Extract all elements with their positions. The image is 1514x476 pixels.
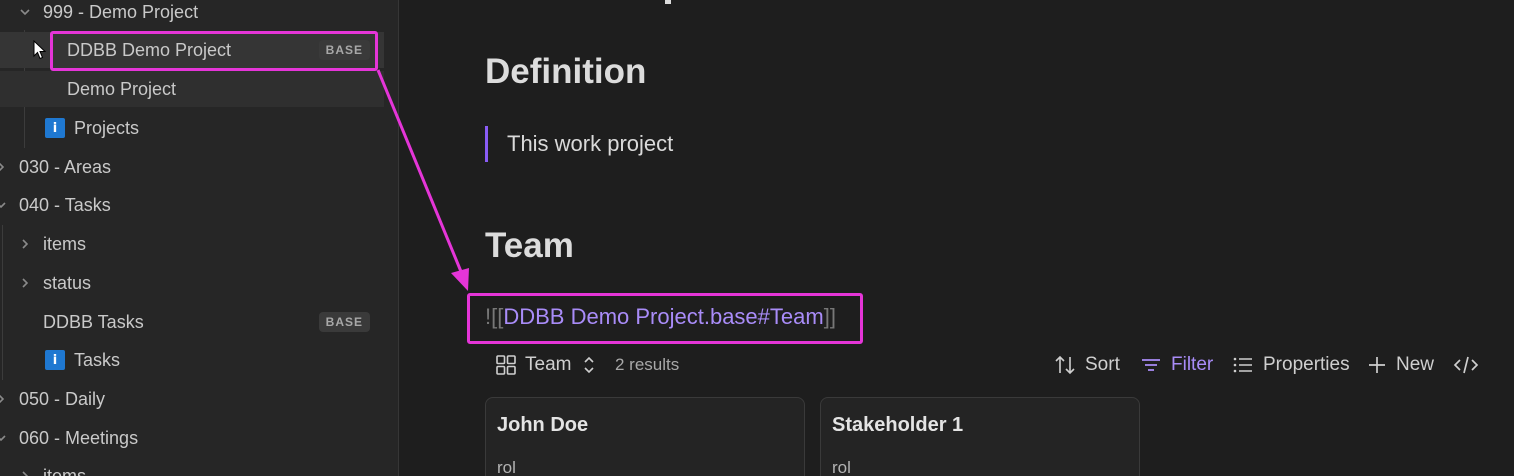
tree-item-label: Tasks <box>74 349 121 370</box>
tree-item-label: Demo Project <box>67 78 177 99</box>
tree-file-projects[interactable]: i Projects <box>0 110 384 146</box>
section-heading-team: Team <box>485 226 574 265</box>
plus-icon <box>1369 357 1385 373</box>
filter-button[interactable]: Filter <box>1139 346 1213 384</box>
base-card[interactable]: John Doe rol <box>485 397 805 476</box>
base-badge: BASE <box>318 40 370 60</box>
chevron-down-icon <box>0 431 8 445</box>
base-toolbar: Team 2 results Sort Filter Properties Ne… <box>485 346 1485 384</box>
tree-file-ddbb-demo-project[interactable]: DDBB Demo Project BASE <box>0 32 384 68</box>
info-icon: i <box>45 350 65 370</box>
new-button[interactable]: New <box>1366 346 1434 384</box>
heading-fragment <box>659 0 689 21</box>
chevron-right-icon <box>18 237 32 251</box>
new-label: New <box>1396 354 1435 375</box>
tree-folder-060-meetings[interactable]: 060 - Meetings <box>0 420 384 456</box>
sort-icon <box>1055 355 1075 375</box>
info-icon: i <box>45 118 65 138</box>
editor-pane: Definition This work project Team ![[DDB… <box>399 0 1514 476</box>
tree-folder-030-areas[interactable]: 030 - Areas <box>0 149 384 185</box>
list-icon <box>1233 357 1252 373</box>
chevron-right-icon <box>18 469 32 476</box>
sort-button[interactable]: Sort <box>1053 346 1120 384</box>
filter-icon <box>1142 359 1160 371</box>
tree-folder-items[interactable]: items <box>0 226 384 262</box>
embed-link-line[interactable]: ![[DDBB Demo Project.base#Team]] <box>485 304 836 330</box>
cards-view-icon <box>496 355 516 375</box>
view-switcher[interactable]: Team <box>495 346 605 384</box>
descender-glyph <box>665 0 671 4</box>
card-property: rol <box>497 458 516 476</box>
tree-folder-items[interactable]: items <box>0 458 384 476</box>
card-title: John Doe <box>497 414 589 436</box>
tree-item-label: status <box>43 272 92 293</box>
card-property: rol <box>832 458 851 476</box>
tree-item-label: 060 - Meetings <box>19 427 139 448</box>
results-count-wrap: 2 results <box>615 346 679 384</box>
tree-file-ddbb-tasks[interactable]: DDBB Tasks BASE <box>0 304 384 340</box>
tree-folder-040-tasks[interactable]: 040 - Tasks <box>0 187 384 223</box>
embed-close-bracket: ]] <box>823 304 836 329</box>
chevron-right-icon <box>0 160 8 174</box>
tree-item-label: 040 - Tasks <box>19 194 111 215</box>
card-title: Stakeholder 1 <box>832 414 964 436</box>
tree-item-label: items <box>43 465 87 476</box>
tree-item-label: Projects <box>74 117 140 138</box>
chevron-down-icon <box>0 198 8 212</box>
tree-item-label: 050 - Daily <box>19 388 106 409</box>
mouse-pointer-icon <box>33 40 47 60</box>
blockquote: This work project <box>485 126 673 162</box>
chevron-right-icon <box>0 392 8 406</box>
tree-item-label: 999 - Demo Project <box>43 1 199 22</box>
tree-item-label: 030 - Areas <box>19 156 112 177</box>
chevron-down-icon <box>18 5 32 19</box>
tree-file-tasks[interactable]: i Tasks <box>0 342 384 378</box>
filter-label: Filter <box>1171 354 1214 375</box>
blockquote-text: This work project <box>507 131 674 156</box>
sort-label: Sort <box>1085 354 1120 375</box>
tree-folder-999-demo-project[interactable]: 999 - Demo Project <box>0 0 384 30</box>
file-explorer-sidebar: 999 - Demo Project DDBB Demo Project BAS… <box>0 0 399 476</box>
tree-folder-status[interactable]: status <box>0 265 384 301</box>
app-window: 999 - Demo Project DDBB Demo Project BAS… <box>0 0 1514 476</box>
embed-link[interactable]: DDBB Demo Project.base#Team <box>503 304 823 329</box>
tree-item-label: items <box>43 233 87 254</box>
tree-item-label: DDBB Demo Project <box>67 39 232 60</box>
properties-label: Properties <box>1263 354 1350 375</box>
section-heading-definition: Definition <box>485 52 647 91</box>
chevron-up-down-icon <box>584 356 595 374</box>
base-card[interactable]: Stakeholder 1 rol <box>820 397 1140 476</box>
results-count: 2 results <box>615 355 680 374</box>
properties-button[interactable]: Properties <box>1231 346 1350 384</box>
view-name: Team <box>525 354 572 375</box>
base-badge: BASE <box>318 312 370 332</box>
chevron-right-icon <box>18 276 32 290</box>
code-view-button[interactable] <box>1452 346 1488 384</box>
tree-file-demo-project[interactable]: Demo Project <box>0 71 384 107</box>
tree-item-label: DDBB Tasks <box>43 311 144 332</box>
tree-folder-050-daily[interactable]: 050 - Daily <box>0 381 384 417</box>
embed-open-bracket: ![[ <box>485 304 504 329</box>
code-icon <box>1453 356 1479 374</box>
